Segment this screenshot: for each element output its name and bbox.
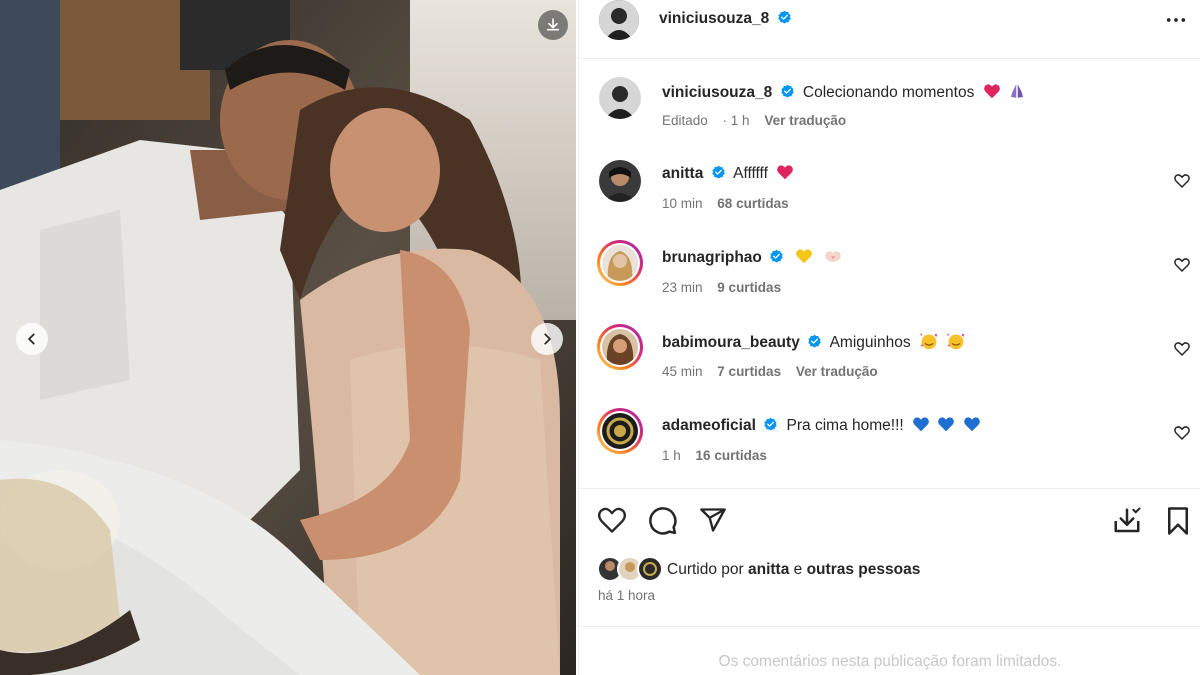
heart-hands-emoji bbox=[825, 251, 841, 263]
download-icon bbox=[546, 18, 560, 31]
post-timestamp[interactable]: há 1 hora bbox=[598, 588, 655, 603]
liked-by-connector: e bbox=[793, 561, 803, 578]
red-heart-emoji bbox=[983, 84, 1000, 99]
comment-time: 45 min bbox=[662, 364, 703, 379]
author-avatar-image bbox=[599, 0, 639, 40]
share-icon bbox=[700, 508, 726, 532]
liked-by-user[interactable]: anitta bbox=[748, 561, 789, 578]
blue-heart-emoji bbox=[913, 417, 929, 432]
smiling-face-hearts-emoji bbox=[947, 333, 965, 350]
comment-username[interactable]: anitta bbox=[662, 165, 703, 182]
save-to-collection-button[interactable] bbox=[1112, 506, 1142, 541]
comment-username[interactable]: brunagriphao bbox=[662, 249, 762, 266]
caption-translate-link[interactable]: Ver tradução bbox=[764, 113, 846, 128]
comment-username[interactable]: adameoficial bbox=[662, 417, 756, 434]
comment-button[interactable] bbox=[648, 506, 678, 541]
edited-label: Editado bbox=[662, 113, 708, 128]
praying-hands-emoji bbox=[1010, 84, 1023, 98]
liked-by-prefix: Curtido por bbox=[667, 561, 744, 578]
verified-badge-icon bbox=[780, 84, 794, 98]
more-options-button[interactable] bbox=[1165, 12, 1187, 33]
comment-avatar-brunagriphao[interactable] bbox=[597, 240, 643, 286]
comment-avatar-image bbox=[602, 413, 638, 449]
yellow-heart-emoji bbox=[795, 249, 812, 264]
comment-translate-link[interactable]: Ver tradução bbox=[796, 364, 878, 379]
comment-avatar-image bbox=[602, 245, 638, 281]
verified-badge-icon bbox=[770, 249, 783, 263]
header-divider bbox=[579, 58, 1200, 59]
comment-likes-count[interactable]: 68 curtidas bbox=[717, 196, 788, 211]
comment-like-heart-icon[interactable] bbox=[1173, 340, 1191, 358]
comment-time: 23 min bbox=[662, 280, 703, 295]
comment-text: Amiguinhos bbox=[829, 334, 911, 351]
chevron-right-icon bbox=[544, 333, 551, 345]
comment-time: 1 h bbox=[662, 448, 681, 463]
comment-avatar-anitta[interactable] bbox=[599, 160, 641, 202]
smiling-face-hearts-emoji bbox=[920, 333, 937, 350]
verified-badge-icon bbox=[711, 165, 725, 179]
comment-avatar-image bbox=[602, 329, 638, 365]
caption-text: Colecionando momentos bbox=[802, 84, 975, 101]
caption-username[interactable]: viniciusouza_8 bbox=[662, 84, 772, 101]
comment-likes-count[interactable]: 16 curtidas bbox=[696, 448, 767, 463]
comments-limited-notice: Os comentários nesta publicação foram li… bbox=[718, 653, 1062, 670]
comment-username[interactable]: babimoura_beauty bbox=[662, 334, 800, 351]
author-avatar[interactable] bbox=[599, 0, 639, 40]
comment-avatar-adameoficial[interactable] bbox=[597, 408, 643, 454]
actions-divider bbox=[579, 488, 1200, 489]
heart-icon bbox=[598, 507, 626, 533]
author-username[interactable]: viniciusouza_8 bbox=[659, 10, 769, 27]
previous-photo-button[interactable] bbox=[16, 323, 48, 355]
comment-likes-count[interactable]: 9 curtidas bbox=[717, 280, 781, 295]
like-button[interactable] bbox=[597, 506, 627, 539]
liked-by-others[interactable]: outras pessoas bbox=[807, 561, 921, 578]
comment-like-heart-icon[interactable] bbox=[1173, 256, 1191, 274]
verified-badge-icon bbox=[764, 417, 777, 431]
comment-time: 10 min bbox=[662, 196, 703, 211]
comment-icon bbox=[649, 507, 677, 535]
caption-author-avatar-image bbox=[599, 77, 641, 119]
comment-likes-count[interactable]: 7 curtidas bbox=[717, 364, 781, 379]
comment-like-heart-icon[interactable] bbox=[1173, 172, 1191, 190]
comment-text: Affffff bbox=[733, 165, 768, 182]
save-collection-icon bbox=[1114, 507, 1141, 533]
post-details-panel: viniciusouza_8 viniciusouza_8 Colecionan… bbox=[578, 0, 1200, 675]
more-options-icon bbox=[1166, 18, 1186, 22]
comment-avatar-babimoura-beauty[interactable] bbox=[597, 324, 643, 370]
comment-avatar-image bbox=[599, 160, 641, 202]
bookmark-button[interactable] bbox=[1165, 506, 1191, 541]
liked-by-avatars-image bbox=[597, 556, 663, 582]
caption-time: 1 h bbox=[730, 113, 750, 128]
download-photo-button[interactable] bbox=[538, 10, 568, 40]
red-heart-emoji bbox=[777, 165, 794, 180]
liked-by-avatars[interactable] bbox=[597, 555, 667, 583]
next-photo-button[interactable] bbox=[531, 323, 563, 355]
post-photo-image bbox=[0, 0, 576, 675]
comment-like-heart-icon[interactable] bbox=[1173, 424, 1191, 442]
comment-text: Pra cima home!!! bbox=[786, 417, 904, 434]
blue-heart-emoji bbox=[938, 417, 955, 432]
verified-badge-icon bbox=[777, 10, 791, 24]
bookmark-icon bbox=[1168, 507, 1188, 535]
chevron-left-icon bbox=[28, 333, 35, 345]
blue-heart-emoji bbox=[963, 417, 980, 432]
verified-badge-icon bbox=[808, 334, 821, 348]
share-button[interactable] bbox=[699, 506, 727, 539]
post-photo[interactable] bbox=[0, 0, 576, 675]
caption-author-avatar[interactable] bbox=[599, 77, 641, 119]
footer-divider bbox=[579, 626, 1200, 627]
